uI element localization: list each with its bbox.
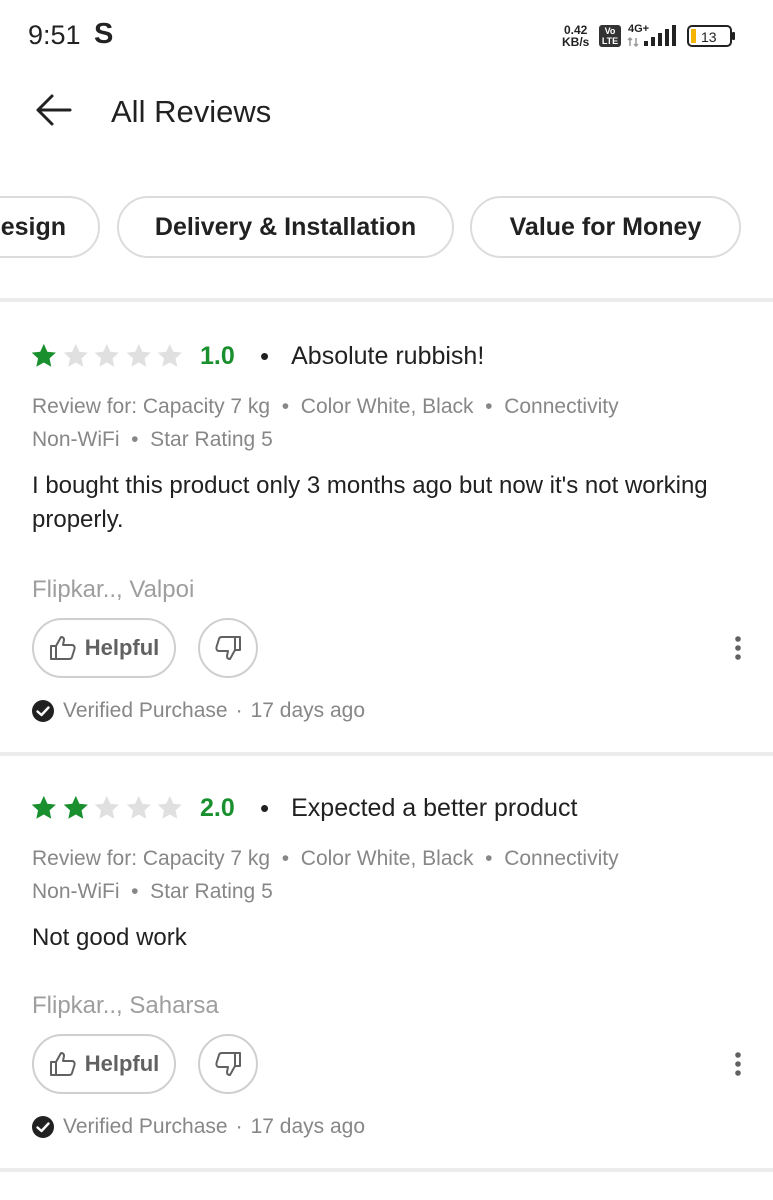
dot-separator: · <box>235 1115 243 1138</box>
dot-separator: · <box>235 699 243 722</box>
chip-delivery-installation[interactable]: Delivery & Installation <box>117 196 454 258</box>
status-time: 9:51 <box>28 20 81 50</box>
thumbs-down-icon <box>215 1052 241 1076</box>
network-speed-unit: KB/s <box>562 35 590 49</box>
app-notification-icon: S <box>94 18 114 50</box>
chip-label: Delivery & Installation <box>154 212 417 241</box>
star-rating <box>30 794 188 822</box>
page-title: All Reviews <box>111 94 272 129</box>
helpful-label: Helpful <box>84 1051 160 1076</box>
review-title: Expected a better product <box>291 793 578 822</box>
rating-row: 2.0 • Expected a better product <box>30 788 577 828</box>
review-age: 17 days ago <box>250 1115 366 1138</box>
verified-purchase-label: Verified Purchase <box>63 1115 228 1138</box>
star-filled-icon <box>31 343 56 367</box>
thumbs-down-icon <box>215 636 241 660</box>
review-card: 1.0 • Absolute rubbish! Review for: Capa… <box>0 336 773 752</box>
thumbs-up-icon <box>49 636 76 660</box>
star-filled-icon <box>31 795 56 819</box>
bullet-separator: • <box>260 340 270 371</box>
review-title: Absolute rubbish! <box>291 341 485 370</box>
review-variant-line: Review for: Capacity 7 kg • Color White,… <box>32 395 619 418</box>
review-variant-line: Non-WiFi • Star Rating 5 <box>32 880 273 903</box>
volte-top: Vo <box>604 26 616 36</box>
more-options-button[interactable] <box>724 1044 752 1084</box>
verified-purchase-label: Verified Purchase <box>63 699 228 722</box>
star-empty-icon <box>158 343 183 367</box>
star-empty-icon <box>94 343 120 367</box>
not-helpful-button[interactable] <box>198 618 258 678</box>
review-body: I bought this product only 3 months ago … <box>32 472 708 533</box>
more-vertical-icon <box>735 636 741 660</box>
rating-value: 2.0 <box>200 793 235 822</box>
helpful-label: Helpful <box>84 635 160 660</box>
chip-label: Design <box>0 212 66 241</box>
bullet-separator: • <box>260 792 270 823</box>
more-vertical-icon <box>735 1052 741 1076</box>
star-empty-icon <box>158 795 183 819</box>
star-empty-icon <box>126 795 151 819</box>
reviewer-name-location: Flipkar.., Saharsa <box>32 992 219 1019</box>
check-circle-icon <box>32 1116 54 1138</box>
thumbs-up-icon <box>49 1052 76 1076</box>
divider <box>0 752 773 756</box>
aspect-chips: Design Delivery & Installation Value for… <box>0 196 773 260</box>
signal-icon: 4G+ <box>627 23 676 48</box>
verified-purchase-row: Verified Purchase · 17 days ago <box>31 696 365 726</box>
star-empty-icon <box>126 343 151 367</box>
chip-design[interactable]: Design <box>0 196 100 258</box>
review-variant-line: Review for: Capacity 7 kg • Color White,… <box>32 847 619 870</box>
verified-purchase-row: Verified Purchase · 17 days ago <box>31 1112 365 1142</box>
star-empty-icon <box>63 343 88 367</box>
review-body: Not good work <box>32 924 187 951</box>
helpful-button[interactable]: Helpful <box>32 618 176 678</box>
not-helpful-button[interactable] <box>198 1034 258 1094</box>
battery-icon: 13 <box>687 25 735 47</box>
battery-level: 13 <box>701 29 717 45</box>
status-bar: 9:51 S 0.42 KB/s Vo LTE 4G+ 13 <box>0 0 773 72</box>
review-card: 2.0 • Expected a better product Review f… <box>0 788 773 1168</box>
review-age: 17 days ago <box>250 699 366 722</box>
back-button[interactable] <box>30 90 80 130</box>
reviewer-name-location: Flipkar.., Valpoi <box>32 576 195 603</box>
volte-bottom: LTE <box>601 36 619 46</box>
arrow-left-icon <box>36 94 72 126</box>
divider <box>0 298 773 302</box>
check-circle-icon <box>32 700 54 722</box>
review-variant-info: Review for: Capacity 7 kg • Color White,… <box>32 390 732 456</box>
chip-value-for-money[interactable]: Value for Money <box>470 196 741 258</box>
network-type: 4G+ <box>628 23 649 35</box>
chip-label: Value for Money <box>509 212 702 241</box>
rating-value: 1.0 <box>200 341 235 370</box>
network-speed: 0.42 KB/s <box>562 24 589 48</box>
volte-icon: Vo LTE <box>599 25 621 47</box>
app-header: All Reviews <box>0 72 773 162</box>
star-rating <box>30 342 188 370</box>
divider <box>0 1168 773 1172</box>
star-empty-icon <box>94 795 120 819</box>
review-variant-line: Non-WiFi • Star Rating 5 <box>32 428 273 451</box>
star-filled-icon <box>63 795 88 819</box>
helpful-button[interactable]: Helpful <box>32 1034 176 1094</box>
more-options-button[interactable] <box>724 628 752 668</box>
review-variant-info: Review for: Capacity 7 kg • Color White,… <box>32 842 732 908</box>
rating-row: 1.0 • Absolute rubbish! <box>30 336 484 376</box>
